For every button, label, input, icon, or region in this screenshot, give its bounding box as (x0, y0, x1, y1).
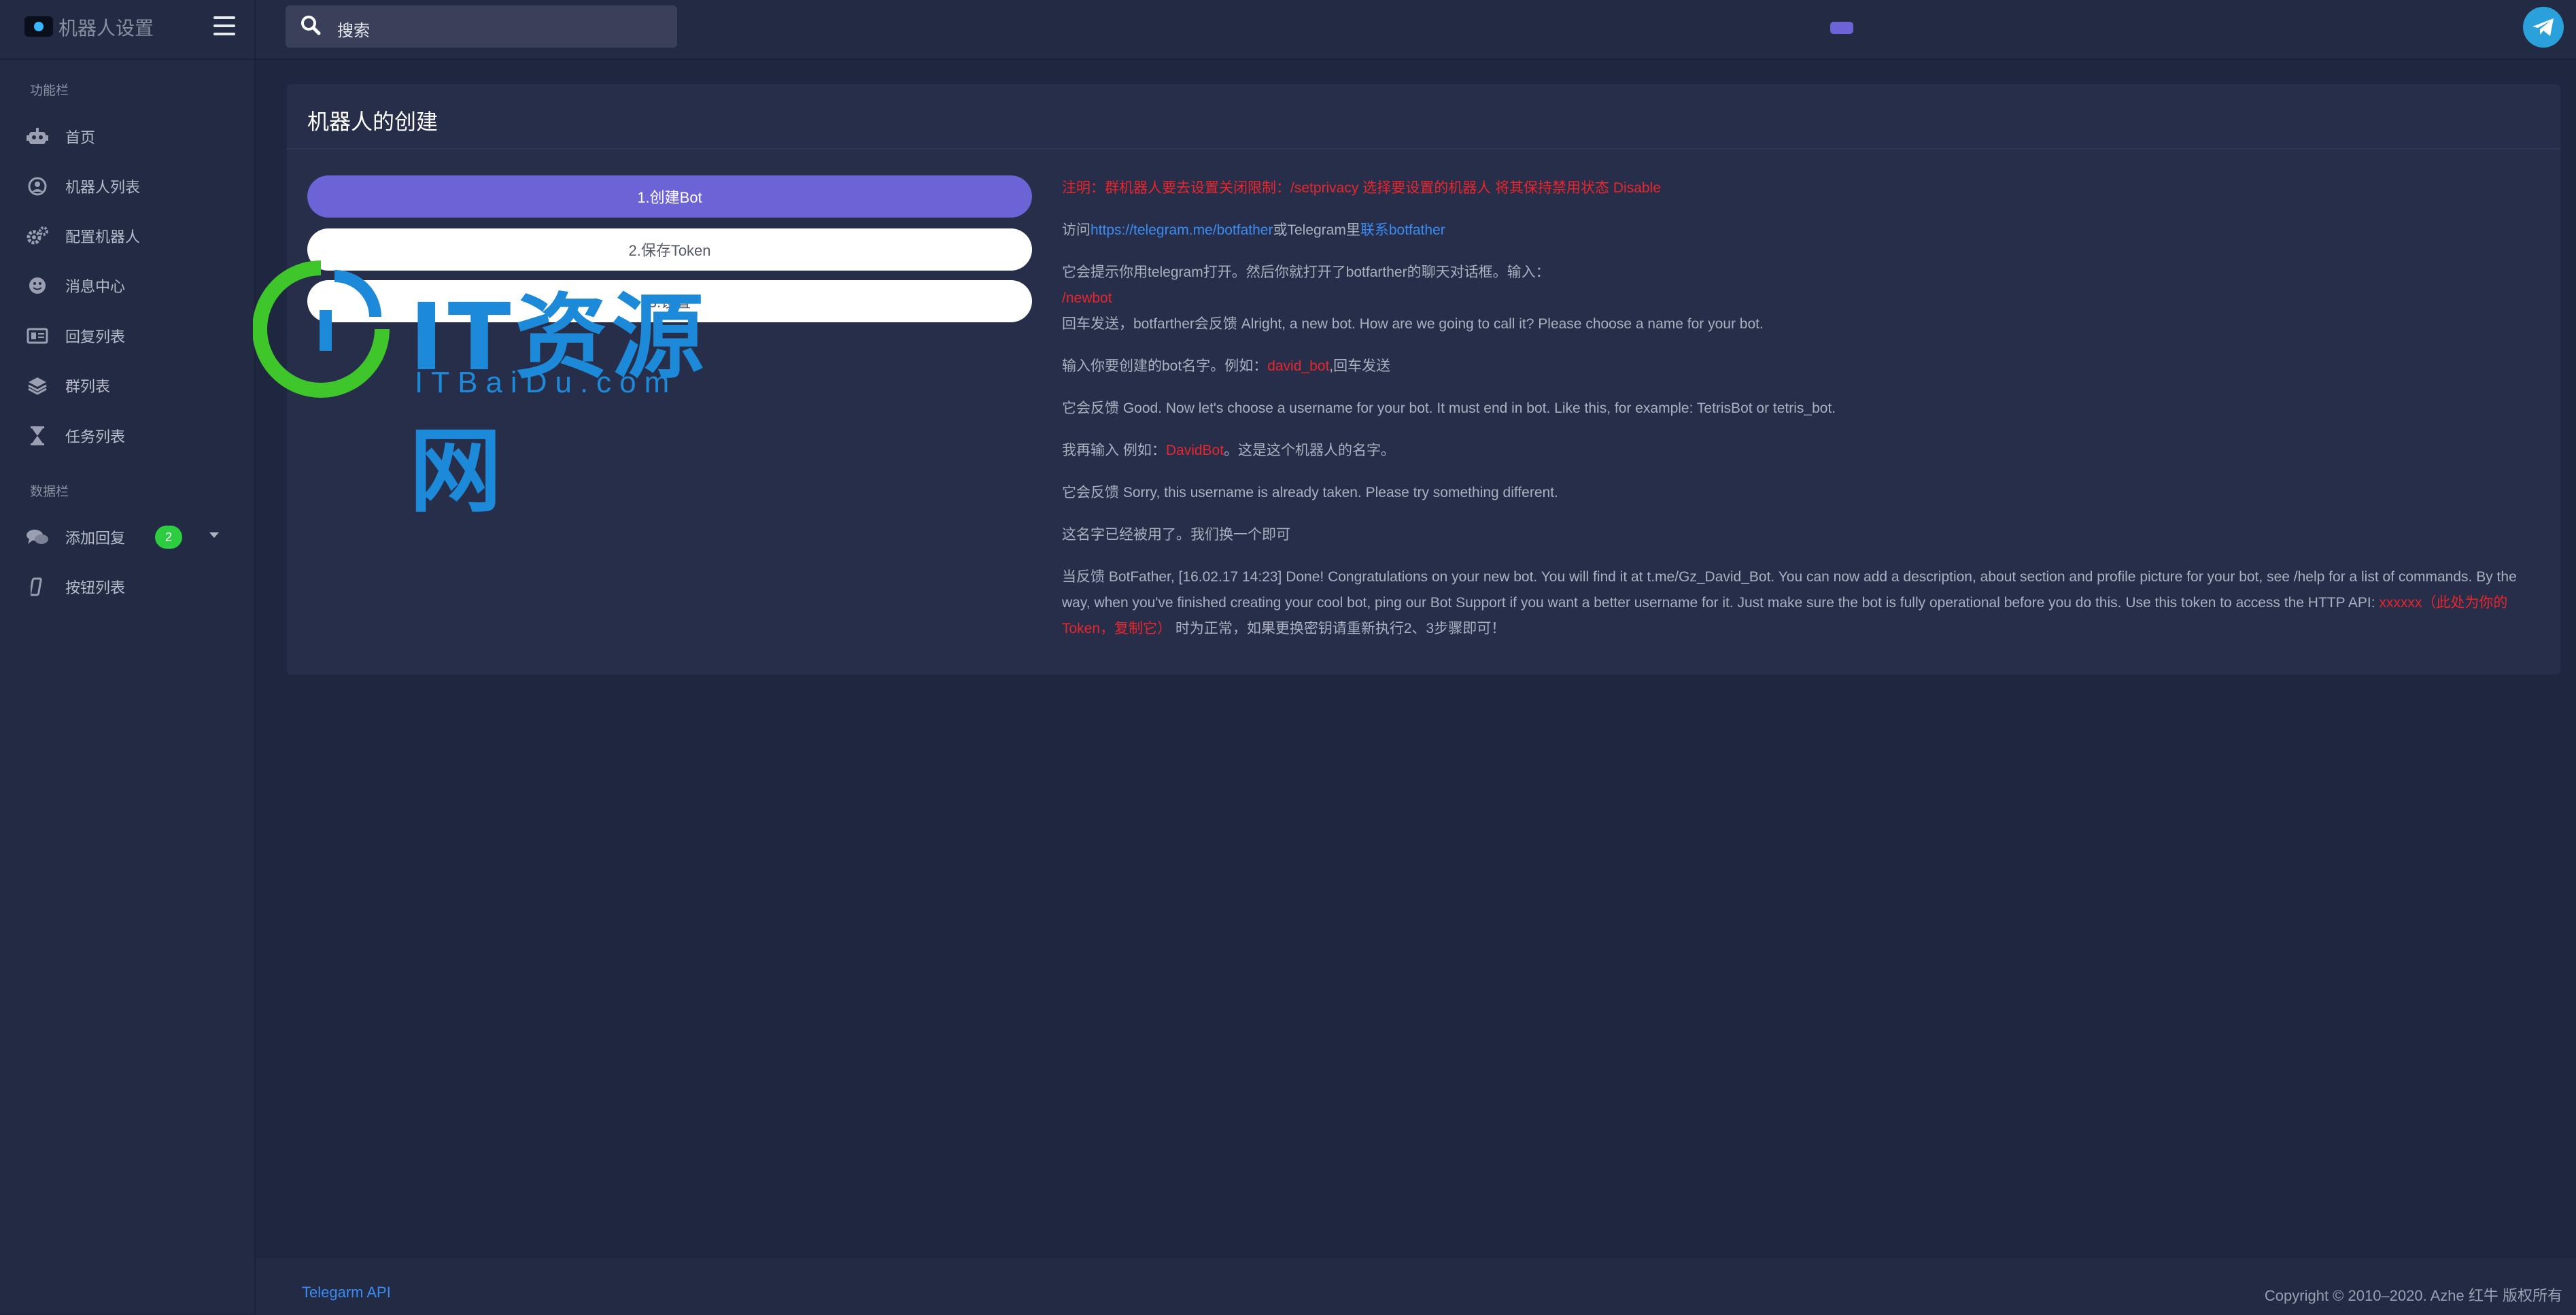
search-icon (300, 15, 321, 35)
smile-icon (24, 273, 50, 298)
sidebar-item-label: 群列表 (65, 378, 111, 395)
section-label-functions: 功能栏 (30, 84, 69, 98)
contact-botfather-link[interactable]: 联系botfather (1360, 222, 1445, 238)
newbot-command: /newbot (1062, 290, 1112, 306)
sidebar-item-home[interactable]: 首页 (24, 120, 242, 154)
brand[interactable]: 机器人设置 (0, 0, 254, 60)
instruction-username: 我再输入 例如：DavidBot。这是这个机器人的名字。 (1062, 443, 1396, 458)
user-circle-icon (24, 173, 50, 199)
footer: Telegarm API Copyright © 2010–2020. Azhe… (256, 1257, 2576, 1315)
step-create-bot-button[interactable]: 1.创建Bot (307, 175, 1032, 218)
id-card-icon (24, 323, 50, 349)
sidebar-item-task-list[interactable]: 任务列表 (24, 419, 242, 453)
sidebar-item-label: 消息中心 (65, 278, 126, 295)
hourglass-icon (24, 423, 50, 449)
sidebar-item-label: 回复列表 (65, 328, 126, 345)
privacy-note: 注明：群机器人要去设置关闭限制：/setprivacy 选择要设置的机器人 将其… (1062, 180, 1661, 196)
instructions: 注明：群机器人要去设置关闭限制：/setprivacy 选择要设置的机器人 将其… (1062, 175, 2537, 658)
botfather-link[interactable]: https://telegram.me/botfather (1090, 222, 1273, 238)
topbar: 搜索 (256, 0, 2576, 60)
instruction-name: 输入你要创建的bot名字。例如：david_bot,回车发送 (1062, 358, 1391, 374)
sidebar-item-add-reply[interactable]: 添加回复 2 (24, 520, 242, 554)
search-input[interactable]: 搜索 (286, 5, 677, 48)
gears-icon (24, 223, 50, 249)
sidebar-item-message-center[interactable]: 消息中心 (24, 269, 242, 303)
mobile-icon (24, 574, 50, 600)
instruction-visit: 访问https://telegram.me/botfather或Telegram… (1062, 222, 1445, 238)
sidebar-item-reply-list[interactable]: 回复列表 (24, 319, 242, 353)
instruction-newbot: 它会提示你用telegram打开。然后你就打开了botfarther的聊天对话框… (1062, 264, 1764, 332)
robot-icon (24, 124, 50, 150)
brand-title: 机器人设置 (58, 18, 154, 39)
sidebar-item-label: 任务列表 (65, 428, 126, 445)
instruction-taken: 它会反馈 Sorry, this username is already tak… (1062, 485, 1558, 500)
instruction-retry: 这名字已经被用了。我们换一个即可 (1062, 527, 1290, 543)
section-label-data: 数据栏 (30, 485, 69, 499)
instruction-feedback-username: 它会反馈 Good. Now let's choose a username f… (1062, 400, 1836, 416)
sidebar-item-group-list[interactable]: 群列表 (24, 369, 242, 403)
sidebar: 机器人设置 功能栏 首页 机器人列表 配置机器人 消息中心 回复列表 群列表 任… (0, 0, 256, 1314)
copyright: Copyright © 2010–2020. Azhe 红牛 版权所有 (2264, 1287, 2562, 1304)
instruction-done: 当反馈 BotFather, [16.02.17 14:23] Done! Co… (1062, 569, 2517, 636)
brand-logo-icon (24, 16, 53, 37)
sidebar-item-label: 机器人列表 (65, 179, 141, 196)
layers-icon (24, 373, 50, 398)
count-badge: 2 (155, 526, 182, 549)
comments-icon (24, 524, 50, 550)
watermark-logo: IT资源网 ITBaiDu.com (253, 249, 797, 526)
page-title: 机器人的创建 (307, 109, 439, 134)
watermark-subtitle: ITBaiDu.com (415, 366, 678, 399)
card-header: 机器人的创建 (287, 84, 2560, 150)
telegram-api-link[interactable]: Telegarm API (302, 1284, 391, 1301)
sidebar-item-robot-list[interactable]: 机器人列表 (24, 169, 242, 203)
chevron-down-icon[interactable] (209, 532, 219, 538)
search-placeholder: 搜索 (337, 22, 370, 40)
sidebar-item-configure-robot[interactable]: 配置机器人 (24, 219, 242, 253)
telegram-icon[interactable] (2523, 7, 2564, 48)
sidebar-item-label: 配置机器人 (65, 228, 141, 245)
notification-indicator[interactable] (1830, 22, 1853, 34)
menu-toggle-icon[interactable] (213, 16, 235, 35)
sidebar-item-label: 添加回复 (65, 530, 126, 547)
sidebar-item-button-list[interactable]: 按钮列表 (24, 570, 242, 604)
sidebar-item-label: 按钮列表 (65, 579, 126, 596)
sidebar-item-label: 首页 (65, 129, 96, 146)
